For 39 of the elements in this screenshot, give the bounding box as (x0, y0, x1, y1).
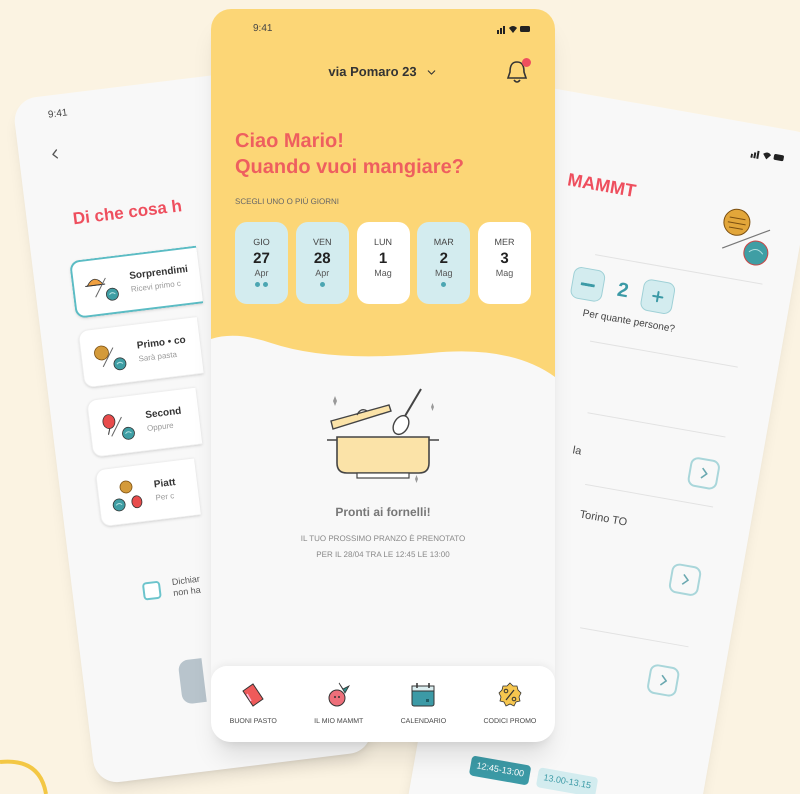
percent-badge-icon (496, 680, 524, 709)
meal-option-card[interactable]: Second Oppure (86, 386, 202, 458)
chevron-right-icon (699, 466, 708, 480)
meal-option-card[interactable]: Sorprendimi Ricevi primo c (69, 245, 204, 318)
quantity-label: Per quante persone? (581, 306, 676, 337)
minus-icon (580, 282, 595, 288)
status-time: 9:41 (253, 22, 272, 36)
bell-icon (505, 59, 529, 85)
notification-button[interactable] (505, 58, 531, 86)
greeting-heading: Ciao Mario! Quando vuoi mangiare? (235, 129, 465, 180)
chevron-button[interactable] (686, 456, 722, 491)
option-subtitle: Per c (154, 490, 176, 504)
status-icons (497, 24, 531, 34)
chevron-right-icon (658, 673, 668, 686)
continue-button[interactable] (178, 658, 207, 704)
address-text: la (571, 443, 583, 460)
day-card[interactable]: MER 3 Mag (478, 222, 531, 304)
day-card[interactable]: VEN 28 Apr (296, 222, 349, 304)
address-text: Torino TO (578, 508, 628, 531)
quantity-value: 2 (614, 278, 631, 304)
declaration-text: Dichiar non ha (171, 573, 202, 598)
declaration-checkbox[interactable] (142, 580, 162, 600)
status-time: 9:41 (47, 106, 70, 123)
chevron-right-icon (680, 572, 690, 586)
address-selector[interactable]: via Pomaro 23 (328, 62, 438, 82)
booking-info-text: IL TUO PROSSIMO PRANZO È PRENOTATO PER IL 28/04 TRA LE 12:45 LE 13:00 (300, 533, 466, 561)
day-card[interactable]: LUN 1 Mag (356, 222, 410, 304)
screen-title: Di che cosa h (71, 195, 184, 230)
empty-state-title: Pronti ai fornelli! (335, 504, 431, 521)
chevron-button[interactable] (668, 562, 702, 597)
screen-title: MAMMT (565, 168, 638, 204)
day-card[interactable]: GIO 27 Apr (235, 222, 288, 304)
meal-option-card[interactable]: Piatt Per c (94, 457, 201, 527)
chevron-button[interactable] (646, 662, 681, 698)
days-label: SCEGLI UNO O PIÙ GIORNI (235, 196, 340, 208)
day-card[interactable]: MAR 2 Mag (417, 222, 470, 304)
calendar-icon (409, 680, 438, 709)
meal-option-card[interactable]: Primo • co Sarà pasta (78, 316, 204, 388)
option-title: Piatt (153, 476, 176, 492)
